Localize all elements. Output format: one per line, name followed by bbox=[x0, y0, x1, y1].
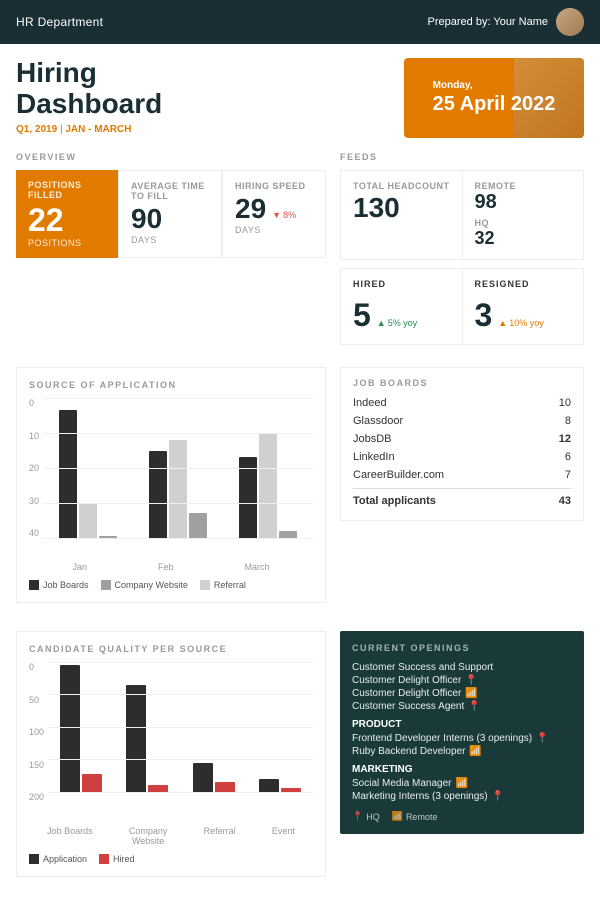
hiring-speed-badge: ▼ 8% bbox=[272, 210, 296, 220]
grid-lines bbox=[43, 398, 313, 538]
legend-company-website: Company Website bbox=[101, 580, 188, 590]
overview-feeds-row: OVERVIEW POSITIONS FILLED 22 POSITIONS A… bbox=[16, 152, 584, 353]
overview-metrics: POSITIONS FILLED 22 POSITIONS AVERAGE TI… bbox=[16, 170, 326, 258]
legend-remote: 📶 Remote bbox=[392, 811, 438, 822]
wifi-icon-3: 📶 bbox=[456, 778, 468, 789]
legend-hq: 📍 HQ bbox=[352, 811, 380, 822]
opening-customer-success-support: Customer Success and Support bbox=[352, 661, 572, 674]
positions-filled-card: POSITIONS FILLED 22 POSITIONS bbox=[16, 170, 118, 258]
date-text: Monday, 25 April 2022 bbox=[433, 80, 556, 116]
opening-marketing-interns: Marketing Interns (3 openings) 📍 bbox=[352, 790, 572, 803]
dashboard-period: Q1, 2019 | JAN - MARCH bbox=[16, 124, 162, 135]
main-content: Hiring Dashboard Q1, 2019 | JAN - MARCH … bbox=[0, 44, 600, 905]
title-row: Hiring Dashboard Q1, 2019 | JAN - MARCH … bbox=[16, 58, 584, 138]
resigned-badge: ▲ 10% yoy bbox=[498, 318, 543, 328]
source-jobboards-row: SOURCE OF APPLICATION 40 30 20 10 0 bbox=[16, 367, 584, 617]
cq-chart-with-y: 200 150 100 50 0 bbox=[29, 662, 313, 822]
chart-with-y-axis: 40 30 20 10 0 bbox=[29, 398, 313, 558]
jb-row-glassdoor: Glassdoor 8 bbox=[353, 412, 571, 430]
source-chart-container: SOURCE OF APPLICATION 40 30 20 10 0 bbox=[16, 367, 326, 603]
dashboard-title: Hiring Dashboard Q1, 2019 | JAN - MARCH bbox=[16, 58, 162, 135]
bottom-row: CANDIDATE QUALITY PER SOURCE 200 150 100… bbox=[16, 631, 584, 891]
cq-legend-application: Application bbox=[29, 854, 87, 864]
source-chart-section: SOURCE OF APPLICATION 40 30 20 10 0 bbox=[16, 367, 326, 617]
hired-badge: ▲ 5% yoy bbox=[377, 318, 417, 328]
cq-chart-container: CANDIDATE QUALITY PER SOURCE 200 150 100… bbox=[16, 631, 326, 877]
cq-x-labels: Job Boards CompanyWebsite Referral Event bbox=[29, 826, 313, 846]
pin-icon-2: 📍 bbox=[468, 701, 480, 712]
opening-frontend: Frontend Developer Interns (3 openings) … bbox=[352, 732, 572, 745]
legend-dot-light bbox=[200, 580, 210, 590]
opening-social-media: Social Media Manager 📶 bbox=[352, 777, 572, 790]
date-card: Monday, 25 April 2022 bbox=[404, 58, 584, 138]
opening-customer-delight-2: Customer Delight Officer 📶 bbox=[352, 687, 572, 700]
pin-icon-4: 📍 bbox=[492, 791, 504, 802]
avatar bbox=[556, 8, 584, 36]
job-boards-section: JOB BOARDS Indeed 10 Glassdoor 8 JobsDB … bbox=[340, 367, 584, 617]
source-chart-legend: Job Boards Company Website Referral bbox=[29, 580, 313, 590]
candidate-quality-section: CANDIDATE QUALITY PER SOURCE 200 150 100… bbox=[16, 631, 326, 891]
cq-bars-area bbox=[48, 662, 313, 822]
cq-legend: Application Hired bbox=[29, 854, 313, 864]
hired-card: HIRED 5 ▲ 5% yoy bbox=[341, 269, 463, 344]
opening-section-product: PRODUCT bbox=[352, 719, 572, 730]
cq-legend-hired: Hired bbox=[99, 854, 135, 864]
resigned-card: RESIGNED 3 ▲ 10% yoy bbox=[463, 269, 584, 344]
pin-legend-icon: 📍 bbox=[352, 811, 363, 822]
opening-section-marketing: MARKETING bbox=[352, 764, 572, 775]
dashboard-heading: Hiring Dashboard bbox=[16, 58, 162, 120]
opening-customer-delight-1: Customer Delight Officer 📍 bbox=[352, 674, 572, 687]
header-right: Prepared by: Your Name bbox=[428, 8, 584, 36]
app-header: HR Department Prepared by: Your Name bbox=[0, 0, 600, 44]
hired-resigned-row: HIRED 5 ▲ 5% yoy RESIGNED 3 ▲ bbox=[340, 268, 584, 345]
openings-legend: 📍 HQ 📶 Remote bbox=[352, 811, 572, 822]
jb-row-linkedin: LinkedIn 6 bbox=[353, 448, 571, 466]
overview-section: OVERVIEW POSITIONS FILLED 22 POSITIONS A… bbox=[16, 152, 326, 353]
remote-hq-card: REMOTE 98 HQ 32 bbox=[463, 171, 584, 259]
feeds-top: TOTAL HEADCOUNT 130 REMOTE 98 HQ 32 bbox=[340, 170, 584, 260]
openings-card: CURRENT OPENINGS Customer Success and Su… bbox=[340, 631, 584, 834]
app-title: HR Department bbox=[16, 15, 103, 29]
chart-bars-area bbox=[43, 398, 313, 558]
total-headcount-card: TOTAL HEADCOUNT 130 bbox=[341, 171, 463, 259]
jb-total-row: Total applicants 43 bbox=[353, 488, 571, 510]
legend-job-boards: Job Boards bbox=[29, 580, 89, 590]
prepared-by-text: Prepared by: Your Name bbox=[428, 16, 548, 28]
current-openings-section: CURRENT OPENINGS Customer Success and Su… bbox=[340, 631, 584, 891]
x-axis-labels: Jan Feb March bbox=[29, 562, 313, 572]
jb-row-careerbuilder: CareerBuilder.com 7 bbox=[353, 466, 571, 484]
opening-ruby: Ruby Backend Developer 📶 bbox=[352, 745, 572, 758]
wifi-legend-icon: 📶 bbox=[392, 811, 403, 822]
y-axis-labels: 40 30 20 10 0 bbox=[29, 398, 39, 558]
pin-icon: 📍 bbox=[465, 675, 477, 686]
hiring-speed-card: HIRING SPEED 29 ▼ 8% DAYS bbox=[222, 170, 326, 258]
job-boards-table: JOB BOARDS Indeed 10 Glassdoor 8 JobsDB … bbox=[340, 367, 584, 521]
wifi-icon-2: 📶 bbox=[469, 746, 481, 757]
legend-dot-medium bbox=[101, 580, 111, 590]
cq-y-labels: 200 150 100 50 0 bbox=[29, 662, 44, 822]
legend-dot-dark bbox=[29, 580, 39, 590]
avg-time-card: AVERAGE TIME TO FILL 90 DAYS bbox=[118, 170, 222, 258]
jb-row-jobsdb: JobsDB 12 bbox=[353, 430, 571, 448]
legend-referral: Referral bbox=[200, 580, 246, 590]
opening-customer-success-agent: Customer Success Agent 📍 bbox=[352, 700, 572, 713]
wifi-icon: 📶 bbox=[465, 688, 477, 699]
pin-icon-3: 📍 bbox=[536, 733, 548, 744]
jb-row-indeed: Indeed 10 bbox=[353, 394, 571, 412]
feeds-section: FEEDS TOTAL HEADCOUNT 130 REMOTE 98 HQ 3… bbox=[340, 152, 584, 353]
